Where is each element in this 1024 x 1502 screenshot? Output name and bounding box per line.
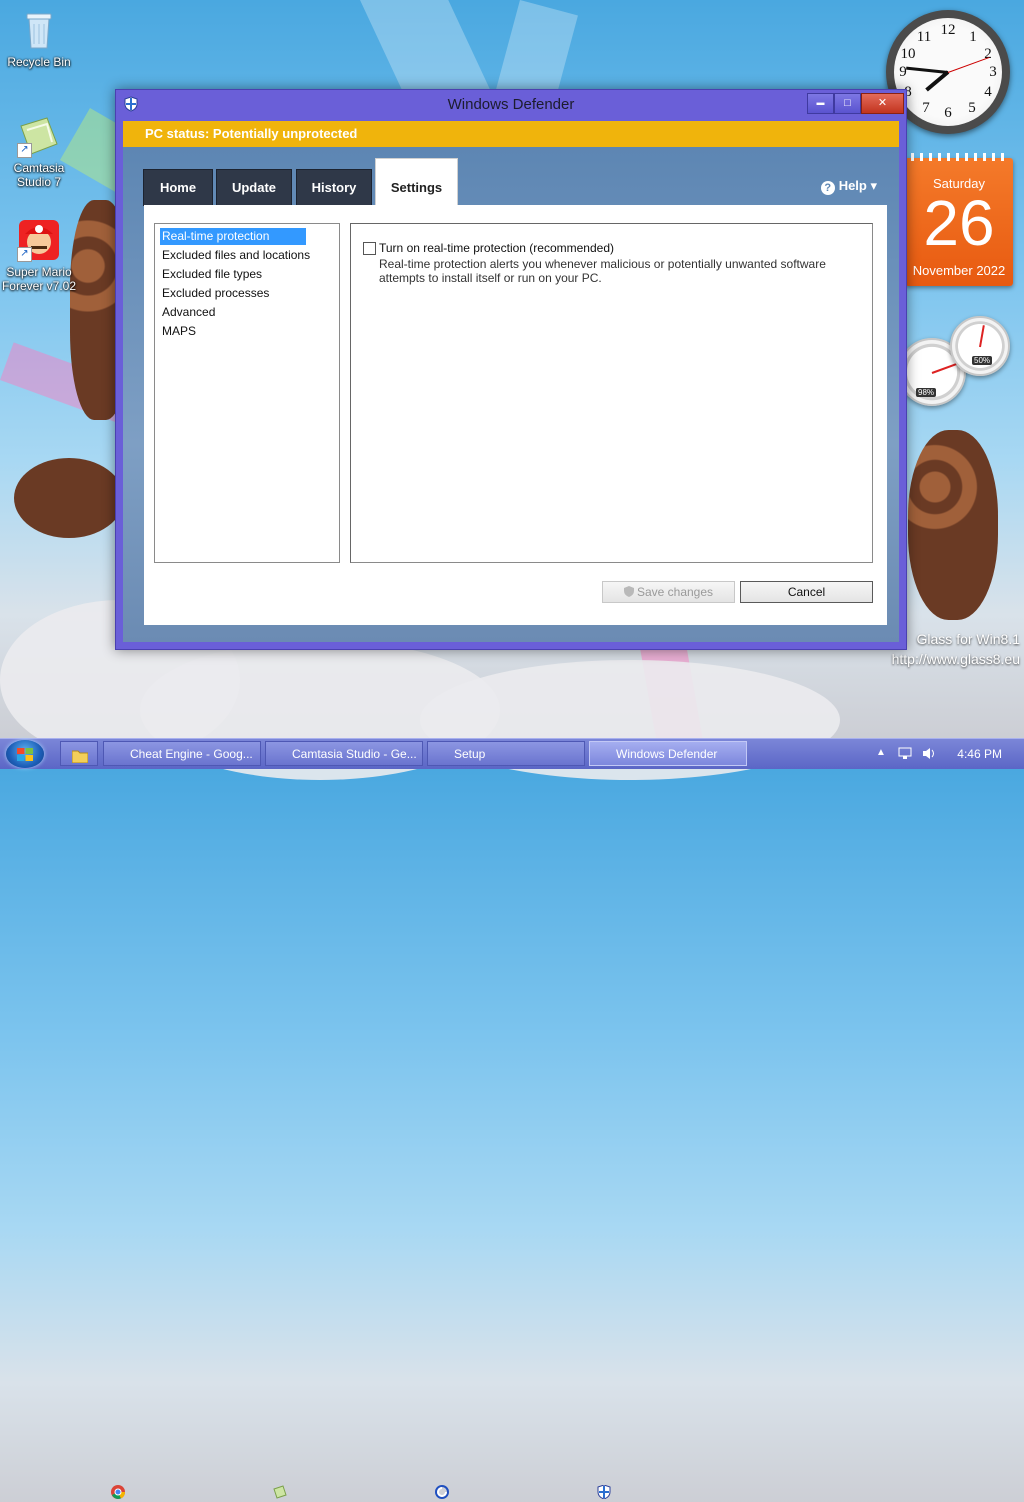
maximize-button[interactable]: □: [834, 93, 861, 114]
real-time-protection-label[interactable]: Turn on real-time protection (recommende…: [379, 241, 614, 255]
desktop-icon-label: Super Mario Forever v7.02: [1, 265, 77, 293]
setup-icon: [435, 1485, 449, 1499]
calendar-rings: [911, 153, 1007, 161]
help-menu[interactable]: ? Help ▾: [820, 178, 877, 195]
nav-item-real-time-protection[interactable]: Real-time protection: [160, 228, 306, 245]
tab-settings[interactable]: Settings: [375, 158, 458, 206]
taskbar-item-chrome[interactable]: Cheat Engine - Goog...: [103, 741, 261, 766]
memory-meter-gadget[interactable]: 50%: [950, 316, 1010, 376]
start-button[interactable]: [6, 740, 44, 768]
desktop-icon-camtasia[interactable]: ↗ Camtasia Studio 7: [0, 114, 78, 189]
watermark-line-1: Glass for Win8.1: [916, 631, 1020, 647]
taskbar-explorer[interactable]: [60, 741, 98, 766]
window-title: Windows Defender: [447, 96, 575, 113]
calendar-month: November 2022: [912, 263, 1006, 278]
pc-status-text: PC status: Potentially unprotected: [145, 126, 358, 141]
chrome-icon: [111, 1485, 126, 1499]
shortcut-arrow-icon: ↗: [17, 247, 32, 262]
taskbar-item-windows-defender[interactable]: Windows Defender: [589, 741, 747, 766]
settings-content: Turn on real-time protection (recommende…: [350, 223, 873, 563]
uac-shield-icon: [623, 583, 634, 597]
glass8-watermark: Glass for Win8.1 http://www.glass8.eu: [892, 631, 1020, 667]
cancel-button[interactable]: Cancel: [740, 581, 873, 603]
calendar-gadget[interactable]: Saturday 26 November 2022: [905, 153, 1013, 286]
tab-update[interactable]: Update: [216, 169, 292, 206]
window-body: Home Update History Settings ? Help ▾ Rea…: [123, 147, 899, 642]
window-titlebar[interactable]: Windows Defender ▬ □ ✕: [116, 90, 906, 118]
help-label: Help ▾: [838, 178, 877, 193]
minimize-button[interactable]: ▬: [807, 93, 834, 114]
clock-second-hand: [947, 56, 990, 73]
desktop-icon-super-mario[interactable]: ↗ Super Mario Forever v7.02: [0, 218, 78, 293]
real-time-protection-checkbox[interactable]: [363, 242, 376, 255]
nav-item-excluded-file-types[interactable]: Excluded file types: [160, 266, 306, 283]
desktop-icon-recycle-bin[interactable]: Recycle Bin: [0, 8, 78, 69]
memory-meter-value: 50%: [972, 356, 993, 365]
recycle-bin-icon: [17, 8, 61, 52]
help-icon: ?: [820, 181, 835, 195]
cpu-meter-needle: [931, 363, 957, 374]
defender-taskbar-icon: [597, 1484, 611, 1500]
save-changes-button[interactable]: Save changes: [602, 581, 735, 603]
taskbar: Cheat Engine - Goog... Camtasia Studio -…: [0, 738, 1024, 1500]
windows-logo-icon: [17, 748, 33, 761]
system-tray: ▲ 4:46 PM: [860, 739, 1024, 769]
shortcut-arrow-icon: ↗: [17, 143, 32, 158]
folder-icon: [71, 747, 89, 764]
clock-face: 12 1 2 3 4 5 6 7 8 9 10 11: [894, 18, 1002, 126]
pc-status-bar: PC status: Potentially unprotected: [123, 121, 899, 147]
network-icon[interactable]: [898, 747, 912, 763]
nav-item-advanced[interactable]: Advanced: [160, 304, 306, 321]
windows-defender-window[interactable]: Windows Defender ▬ □ ✕ PC status: Potent…: [115, 89, 907, 650]
settings-nav-list[interactable]: Real-time protection Excluded files and …: [154, 223, 340, 563]
show-hidden-icons-icon[interactable]: ▲: [876, 747, 886, 758]
watermark-line-2: http://www.glass8.eu: [891, 651, 1020, 667]
nav-item-maps[interactable]: MAPS: [160, 323, 306, 340]
mario-icon: ↗: [17, 218, 61, 262]
nav-item-excluded-processes[interactable]: Excluded processes: [160, 285, 306, 302]
volume-icon[interactable]: [922, 747, 936, 763]
tab-home[interactable]: Home: [143, 169, 213, 206]
real-time-protection-description: Real-time protection alerts you whenever…: [379, 257, 826, 285]
taskbar-clock[interactable]: 4:46 PM: [957, 747, 1002, 761]
cpu-meter-value: 98%: [916, 388, 937, 397]
taskbar-item-camtasia[interactable]: Camtasia Studio - Ge...: [265, 741, 423, 766]
camtasia-icon: ↗: [17, 114, 61, 158]
nav-item-excluded-files[interactable]: Excluded files and locations: [160, 247, 324, 264]
clock-minute-hand: [906, 66, 949, 74]
calendar-date: 26: [923, 187, 995, 259]
save-changes-label: Save changes: [636, 585, 714, 599]
desktop-icon-label: Recycle Bin: [7, 55, 71, 69]
tab-history[interactable]: History: [296, 169, 372, 206]
desktop-icon-label: Camtasia Studio 7: [13, 161, 65, 189]
memory-meter-needle: [979, 325, 985, 348]
taskbar-item-setup[interactable]: Setup: [427, 741, 585, 766]
settings-panel: Real-time protection Excluded files and …: [144, 205, 887, 625]
camtasia-small-icon: [273, 1485, 287, 1499]
close-button[interactable]: ✕: [861, 93, 904, 114]
